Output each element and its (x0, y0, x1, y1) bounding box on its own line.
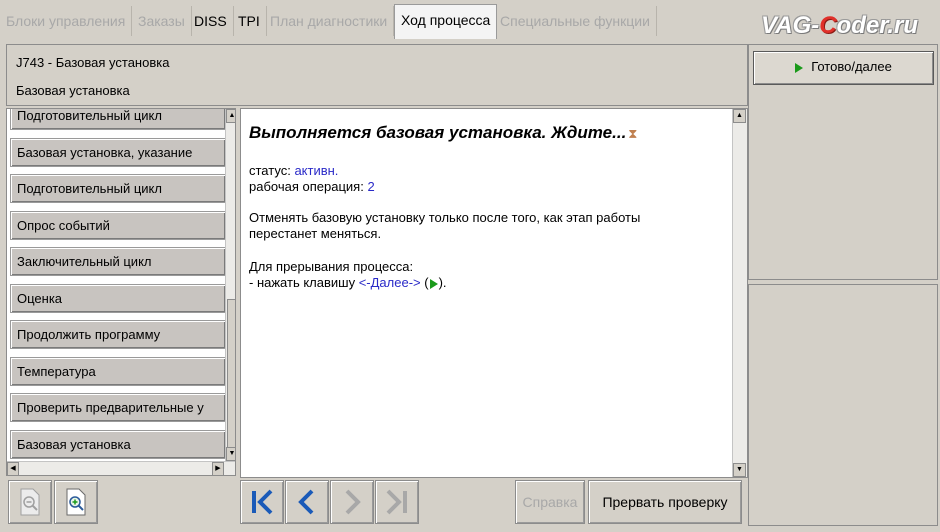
first-step-button[interactable] (240, 480, 284, 524)
tab-special-functions[interactable]: Специальные функции (494, 6, 657, 36)
step-item[interactable]: Базовая установка, указание (10, 138, 226, 167)
operation-label: рабочая операция: (249, 179, 368, 194)
control-unit-title: J743 - Базовая установка (16, 55, 170, 70)
status-line: статус: активн. (249, 163, 338, 179)
tab-control-units[interactable]: Блоки управления (0, 6, 133, 36)
step-item[interactable]: Подготовительный цикл (10, 174, 226, 203)
scroll-left-arrow-icon[interactable]: ◀ (7, 462, 19, 475)
paren-close: ). (438, 275, 447, 290)
step-list-horizontal-scrollbar[interactable]: ◀ ▶ (7, 461, 235, 475)
abort-instruction-title: Для прерывания процесса: (249, 259, 414, 274)
scroll-up-arrow-icon[interactable]: ▲ (733, 109, 746, 123)
done-next-label: Готово/далее (811, 59, 892, 74)
status-label: статус: (249, 163, 295, 178)
zoom-in-document-icon (66, 488, 86, 516)
process-title-text: Выполняется базовая установка. Ждите... (249, 123, 627, 142)
step-item[interactable]: Продолжить программу (10, 320, 226, 349)
right-action-panel: Готово/далее (748, 44, 938, 280)
next-key-link[interactable]: <-Далее-> (359, 275, 421, 290)
step-item[interactable]: Заключительный цикл (10, 247, 226, 276)
last-step-button[interactable] (375, 480, 419, 524)
skip-to-first-icon (252, 489, 273, 515)
zoom-out-document-button[interactable] (8, 480, 52, 524)
step-list: Подготовительный цикл Базовая установка,… (6, 108, 236, 476)
paren-open: ( (420, 275, 429, 290)
next-step-button[interactable] (330, 480, 374, 524)
abort-prefix: - нажать клавишу (249, 275, 359, 290)
tab-bar: Блоки управления Заказы DISS TPI План ди… (0, 0, 940, 42)
tab-process-progress[interactable]: Ход процесса (394, 4, 498, 39)
chevron-left-icon (298, 489, 314, 515)
abort-instruction: - нажать клавишу <-Далее-> (). (249, 275, 447, 291)
function-subtitle: Базовая установка (16, 83, 130, 98)
operation-line: рабочая операция: 2 (249, 179, 375, 195)
step-item[interactable]: Базовая установка (10, 430, 226, 459)
tab-diagnosis-plan[interactable]: План диагностики (264, 6, 395, 36)
scroll-up-arrow-icon[interactable]: ▲ (226, 109, 235, 123)
function-header: J743 - Базовая установка Базовая установ… (6, 44, 748, 106)
zoom-out-document-icon (20, 488, 40, 516)
play-triangle-icon (795, 62, 804, 73)
previous-step-button[interactable] (285, 480, 329, 524)
status-value: активн. (294, 163, 339, 178)
tab-orders[interactable]: Заказы (132, 6, 192, 36)
note-line-1: Отменять базовую установку только после … (249, 210, 641, 225)
step-item[interactable]: Оценка (10, 284, 226, 313)
step-item[interactable]: Проверить предварительные у (10, 393, 226, 422)
hourglass-icon: ⧗ (628, 126, 638, 141)
step-item[interactable]: Подготовительный цикл (10, 109, 226, 130)
operation-value: 2 (367, 179, 375, 194)
right-lower-panel (748, 284, 938, 526)
tab-tpi[interactable]: TPI (232, 6, 267, 36)
step-item[interactable]: Температура (10, 357, 226, 386)
content-vertical-scrollbar[interactable]: ▲ ▼ (732, 109, 747, 477)
brand-watermark: VAG-Coder.ru (761, 12, 918, 39)
step-list-vertical-scrollbar[interactable]: ▲ ▼ (225, 109, 235, 467)
done-next-button[interactable]: Готово/далее (753, 51, 934, 85)
abort-test-button[interactable]: Прервать проверку (588, 480, 742, 524)
scroll-right-arrow-icon[interactable]: ▶ (212, 462, 224, 475)
step-item[interactable]: Опрос событий (10, 211, 226, 240)
scroll-down-arrow-icon[interactable]: ▼ (733, 463, 746, 477)
tab-diss[interactable]: DISS (188, 6, 234, 36)
skip-to-last-icon (386, 489, 407, 515)
chevron-right-icon (345, 489, 361, 515)
scroll-down-arrow-icon[interactable]: ▼ (226, 447, 235, 461)
zoom-in-document-button[interactable] (54, 480, 98, 524)
note-line-2: перестанет меняться. (249, 226, 382, 241)
scroll-thumb[interactable] (227, 299, 235, 467)
play-triangle-icon (429, 278, 438, 289)
help-button[interactable]: Справка (515, 480, 585, 524)
process-content-area: Выполняется базовая установка. Ждите... ⧗… (240, 108, 748, 478)
process-title: Выполняется базовая установка. Ждите... ⧗ (249, 123, 637, 143)
